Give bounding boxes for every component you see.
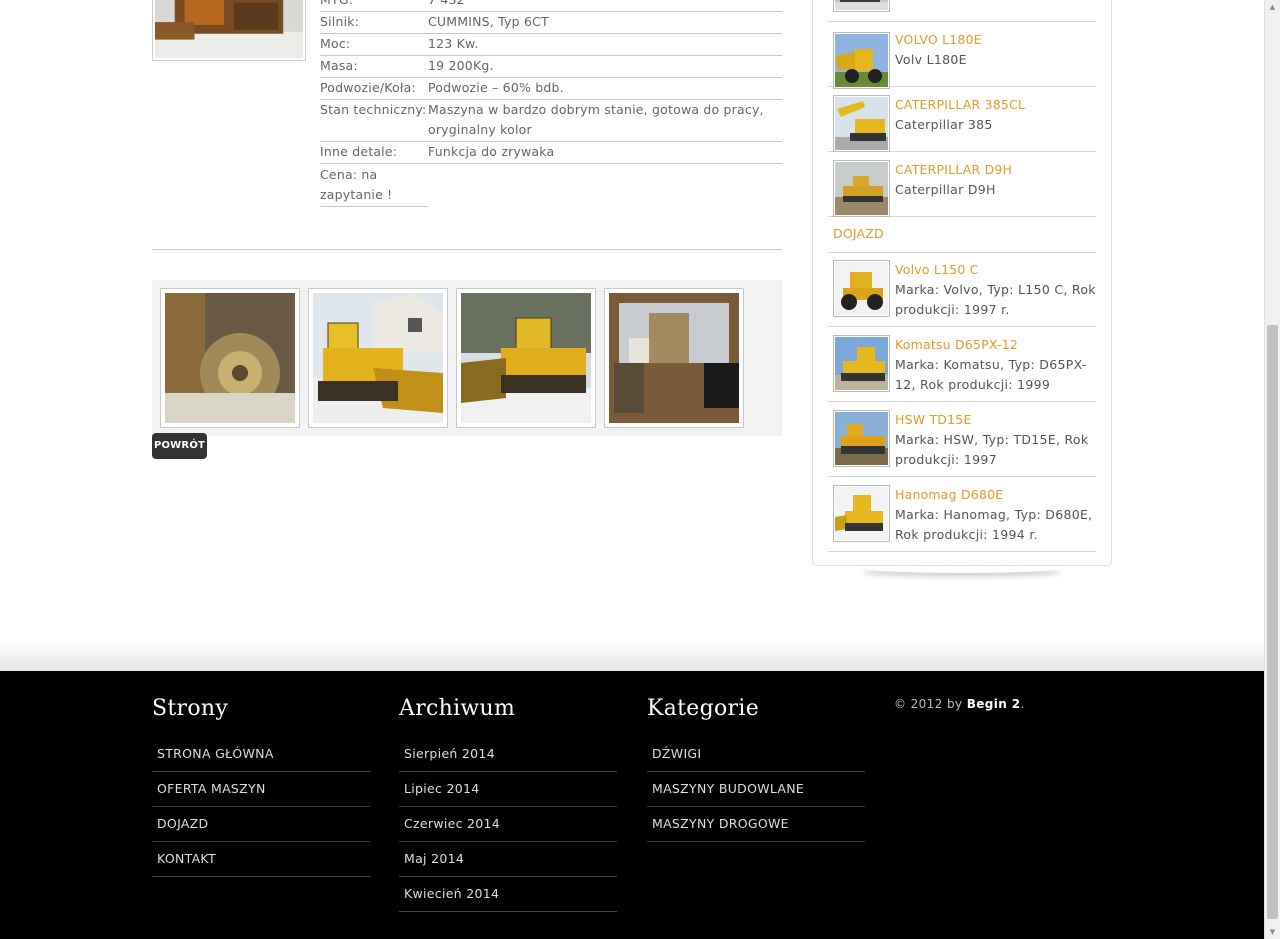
list-item-desc: Marka: Hanomag, Typ: D680E, Rok produkcj… (895, 507, 1093, 542)
main-machine-photo[interactable] (152, 0, 306, 61)
footer-link-list: DŹWIGI MASZYNY BUDOWLANE MASZYNY DROGOWE (647, 737, 865, 842)
gallery-thumb-cabin[interactable] (604, 288, 744, 428)
spec-label: Silnik: (320, 14, 360, 29)
spec-row: Stan techniczny: Maszyna w bardzo dobrym… (320, 100, 782, 142)
list-item-desc: Caterpillar 385 (895, 117, 993, 132)
list-item-desc: Marka: Volvo, Typ: L150 C, Rok produkcji… (895, 282, 1096, 317)
list-item-thumb[interactable] (833, 95, 890, 152)
footer-link-archive[interactable]: Maj 2014 (399, 842, 617, 877)
footer-fade (0, 640, 1264, 671)
photo-gallery (152, 280, 782, 436)
list-item-desc: Volv L180E (895, 52, 967, 67)
spec-label: Inne detale: (320, 144, 398, 159)
spec-row: MTG: 7 432 (320, 0, 782, 12)
divider (152, 249, 782, 250)
list-item-desc: Marka: Komatsu, Typ: D65PX-12, Rok produ… (895, 357, 1087, 392)
list-item-title[interactable]: CATERPILLAR 385CL (895, 95, 1025, 115)
footer-column-title: Archiwum (399, 696, 516, 721)
list-item[interactable] (828, 0, 1096, 22)
copyright-suffix: . (1020, 697, 1025, 711)
footer-link-category[interactable]: DŹWIGI (647, 737, 865, 772)
spec-label: Masa: (320, 58, 358, 73)
spec-value: 19 200Kg. (428, 58, 494, 73)
footer-link-directions[interactable]: DOJAZD (152, 807, 370, 842)
list-item-title[interactable]: Volvo L150 C (895, 260, 979, 280)
list-item[interactable]: CATERPILLAR 385CL Caterpillar 385 (828, 87, 1096, 152)
spec-value: 123 Kw. (428, 36, 479, 51)
price-line: Cena: na (320, 167, 378, 182)
price-text: Cena: na zapytanie ! (320, 164, 428, 207)
scroll-up-icon[interactable]: ▲ (1265, 0, 1280, 14)
footer-link-offer[interactable]: OFERTA MASZYN (152, 772, 370, 807)
spec-row: Silnik: CUMMINS, Typ 6CT (320, 12, 782, 34)
spec-row: Masa: 19 200Kg. (320, 56, 782, 78)
list-item[interactable]: Hanomag D680E Marka: Hanomag, Typ: D680E… (828, 477, 1096, 552)
footer-column-title: Strony (152, 696, 229, 721)
list-item-title[interactable]: CATERPILLAR D9H (895, 160, 1012, 180)
footer-link-list: Sierpień 2014 Lipiec 2014 Czerwiec 2014 … (399, 737, 617, 912)
list-item-thumb[interactable] (833, 160, 890, 217)
spec-table: MTG: 7 432 Silnik: CUMMINS, Typ 6CT Moc:… (320, 0, 782, 207)
footer-link-archive[interactable]: Lipiec 2014 (399, 772, 617, 807)
sidebar-heading-dojazd[interactable]: DOJAZD (833, 226, 884, 241)
gallery-thumb-front[interactable] (308, 288, 448, 428)
page-scrollbar[interactable]: ▲ ▼ (1264, 0, 1280, 939)
copyright-brand-link[interactable]: Begin 2 (967, 697, 1021, 711)
list-item[interactable]: Volvo L150 C Marka: Volvo, Typ: L150 C, … (828, 252, 1096, 327)
footer-link-contact[interactable]: KONTAKT (152, 842, 370, 877)
spec-value: Maszyna w bardzo dobrym stanie, gotowa d… (428, 102, 764, 137)
copyright: © 2012 by Begin 2. (894, 697, 1025, 711)
gallery-thumb-side[interactable] (456, 288, 596, 428)
footer-link-category[interactable]: MASZYNY DROGOWE (647, 807, 865, 842)
list-item[interactable]: HSW TD15E Marka: HSW, Typ: TD15E, Rok pr… (828, 402, 1096, 477)
spec-value: Funkcja do zrywaka (428, 144, 555, 159)
footer-link-archive[interactable]: Kwiecień 2014 (399, 877, 617, 912)
spec-row: Moc: 123 Kw. (320, 34, 782, 56)
spec-label: Moc: (320, 36, 351, 51)
scrollbar-thumb[interactable] (1267, 325, 1278, 919)
sidebar-shadow (862, 563, 1062, 573)
list-item[interactable]: VOLVO L180E Volv L180E (828, 22, 1096, 89)
list-item[interactable]: Komatsu D65PX-12 Marka: Komatsu, Typ: D6… (828, 327, 1096, 402)
list-item-thumb[interactable] (833, 0, 890, 12)
spec-label: Podwozie/Koła: (320, 80, 416, 95)
price-line: zapytanie ! (320, 187, 393, 202)
list-item-desc: Caterpillar D9H (895, 182, 996, 197)
list-item-desc: Marka: HSW, Typ: TD15E, Rok produkcji: 1… (895, 432, 1089, 467)
list-item[interactable]: CATERPILLAR D9H Caterpillar D9H (828, 152, 1096, 217)
spec-row: Inne detale: Funkcja do zrywaka (320, 142, 782, 164)
footer-column-kategorie: Kategorie DŹWIGI MASZYNY BUDOWLANE MASZY… (647, 695, 865, 842)
list-item-title[interactable]: Hanomag D680E (895, 485, 1003, 505)
list-item-thumb[interactable] (833, 335, 890, 392)
spec-row: Podwozie/Koła: Podwozie – 60% bdb. (320, 78, 782, 100)
spec-value: CUMMINS, Typ 6CT (428, 14, 549, 29)
gallery-thumb-track[interactable] (160, 288, 300, 428)
footer-link-archive[interactable]: Czerwiec 2014 (399, 807, 617, 842)
list-item-thumb[interactable] (833, 485, 890, 542)
spec-value: Podwozie – 60% bdb. (428, 80, 564, 95)
list-item-title[interactable]: Komatsu D65PX-12 (895, 335, 1018, 355)
footer-column-title: Kategorie (647, 696, 760, 721)
scroll-down-icon[interactable]: ▼ (1265, 925, 1280, 939)
spec-label: Stan techniczny: (320, 102, 427, 117)
list-item-title[interactable]: VOLVO L180E (895, 30, 982, 50)
list-item-title[interactable]: HSW TD15E (895, 410, 972, 430)
footer-link-category[interactable]: MASZYNY BUDOWLANE (647, 772, 865, 807)
footer-column-strony: Strony STRONA GŁÓWNA OFERTA MASZYN DOJAZ… (152, 695, 370, 877)
spec-label: MTG: (320, 0, 428, 11)
back-button[interactable]: POWRÓT (152, 433, 207, 459)
copyright-prefix: © 2012 by (894, 697, 967, 711)
footer-link-home[interactable]: STRONA GŁÓWNA (152, 737, 370, 772)
footer-link-list: STRONA GŁÓWNA OFERTA MASZYN DOJAZD KONTA… (152, 737, 370, 877)
footer-column-archiwum: Archiwum Sierpień 2014 Lipiec 2014 Czerw… (399, 695, 617, 912)
list-item-thumb[interactable] (833, 410, 890, 467)
footer-link-archive[interactable]: Sierpień 2014 (399, 737, 617, 772)
spec-value: 7 432 (428, 0, 782, 11)
list-item-thumb[interactable] (833, 260, 890, 317)
list-item-thumb[interactable] (833, 32, 890, 89)
